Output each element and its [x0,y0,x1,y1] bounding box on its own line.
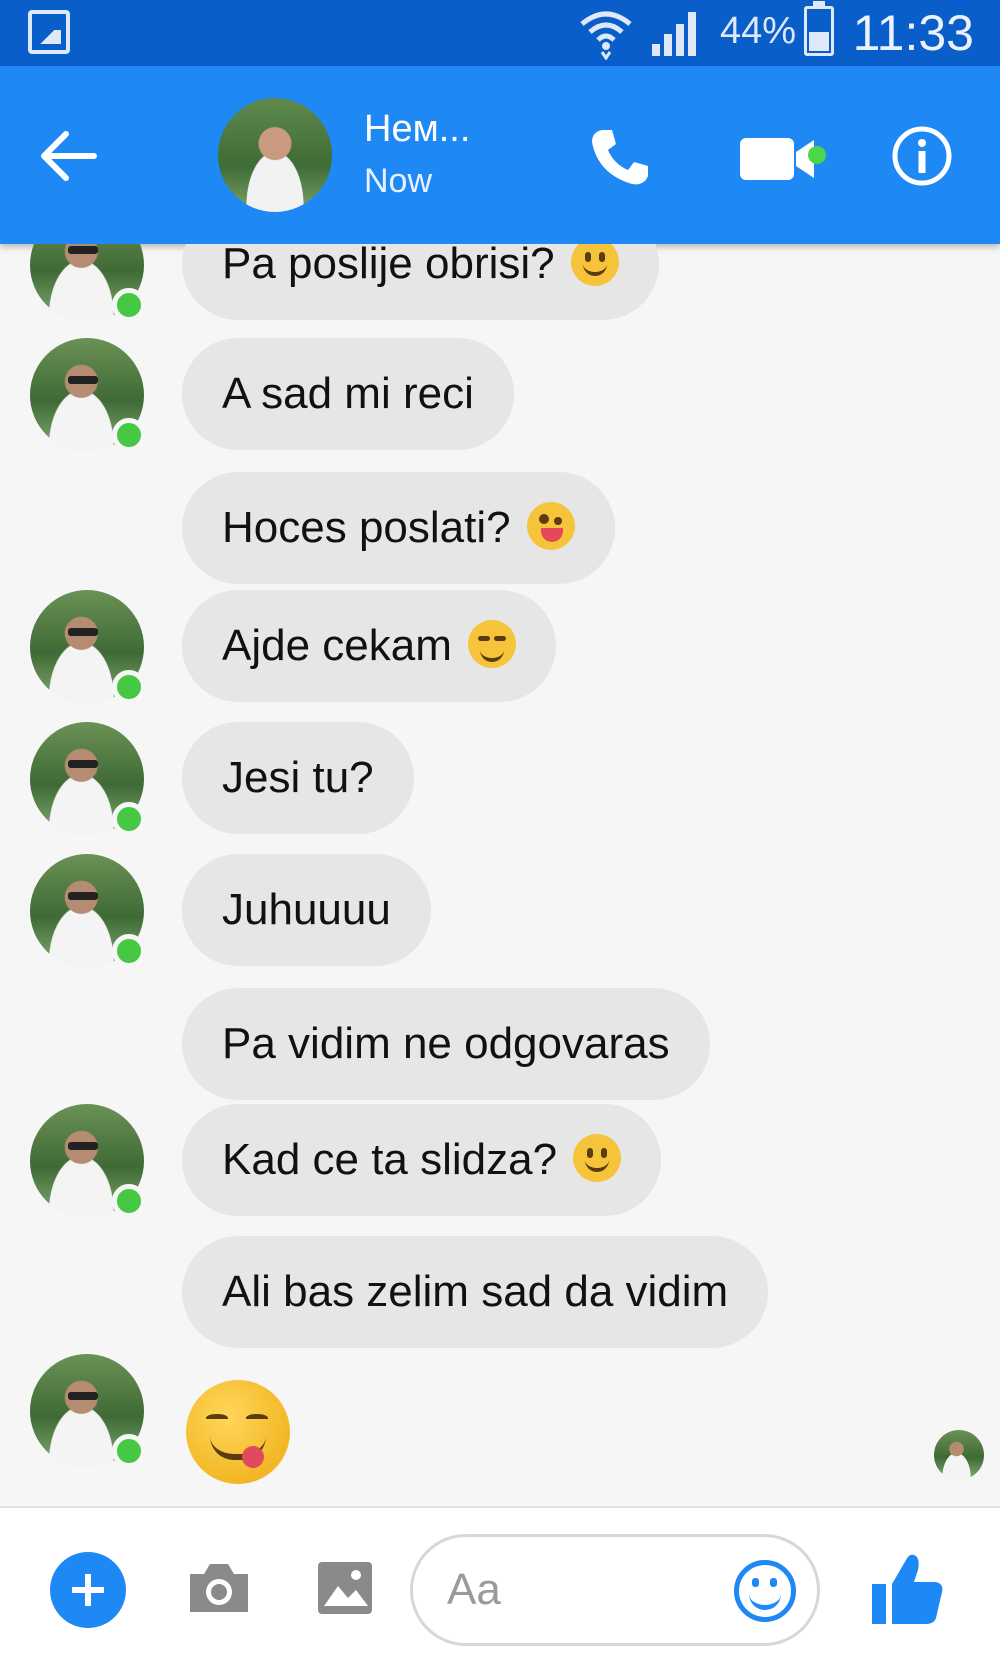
message-text: Hoces poslati? [222,503,511,552]
contact-name[interactable]: Нем... [364,108,470,151]
yum-emoji-icon [467,620,516,669]
message-text: Jesi tu? [222,753,374,802]
conversation-header: Нем... Now [0,66,1000,244]
back-arrow-icon[interactable] [36,126,100,186]
message-bubble[interactable]: Kad ce ta slidza? [182,1104,662,1216]
sender-avatar[interactable] [30,1104,146,1218]
message-bubble[interactable]: Ajde cekam [182,590,556,702]
battery-percentage: 44% [720,10,797,52]
message-text: Pa vidim ne odgovaras [222,1019,670,1068]
battery-fill [809,31,829,51]
clock: 11:33 [852,5,974,61]
sender-avatar[interactable] [30,1354,146,1468]
message-text: Juhuuuu [222,885,391,934]
camera-icon[interactable] [186,1560,252,1616]
contact-avatar[interactable] [218,98,332,212]
message-bubble[interactable]: Ali bas zelim sad da vidim [182,1236,769,1348]
message-text: Ajde cekam [222,621,452,670]
message-text: Ali bas zelim sad da vidim [222,1267,729,1316]
message-bubble[interactable]: Juhuuuu [182,854,431,966]
message-text: Pa poslije obrisi? [222,244,555,288]
message-bubble[interactable]: Jesi tu? [182,722,414,834]
message-text: A sad mi reci [222,369,474,418]
online-indicator [112,1184,146,1218]
online-indicator [112,1434,146,1468]
sender-avatar[interactable] [30,722,146,836]
sender-avatar[interactable] [30,590,146,704]
online-indicator [112,418,146,452]
wink-tongue-emoji-icon [526,502,575,551]
message-bubble[interactable]: A sad mi reci [182,338,514,450]
message-text: Kad ce ta slidza? [222,1135,558,1184]
gallery-notification-icon [28,10,70,54]
message-bubble[interactable]: Hoces poslati? [182,472,615,584]
signal-icon [652,12,696,56]
phone-icon[interactable] [588,124,654,190]
online-indicator [112,802,146,836]
seen-receipt-avatar [934,1430,984,1480]
contact-active-status: Now [364,162,433,200]
smile-emoji-icon [573,1134,622,1183]
status-bar: 44% 11:33 [0,0,1000,66]
plus-icon[interactable] [50,1552,126,1628]
message-composer [0,1506,1000,1667]
yum-large-emoji-icon[interactable] [186,1380,290,1484]
online-indicator [112,934,146,968]
sender-avatar[interactable] [30,338,146,452]
message-list[interactable]: Pa poslije obrisi? A sad mi reci Hoces p… [0,244,1000,1506]
battery-icon [804,1,834,56]
online-indicator [112,670,146,704]
smile-emoji-icon [570,244,619,287]
emoji-picker-icon[interactable] [734,1560,796,1622]
image-gallery-icon[interactable] [316,1560,374,1616]
sender-avatar[interactable] [30,244,146,322]
sender-avatar[interactable] [30,854,146,968]
info-icon[interactable] [890,124,954,188]
message-bubble[interactable]: Pa vidim ne odgovaras [182,988,710,1100]
message-bubble[interactable]: Pa poslije obrisi? [182,244,659,320]
video-active-dot [808,146,826,164]
wifi-icon [580,11,632,60]
thumbs-up-icon[interactable] [872,1550,944,1626]
online-indicator [112,288,146,322]
